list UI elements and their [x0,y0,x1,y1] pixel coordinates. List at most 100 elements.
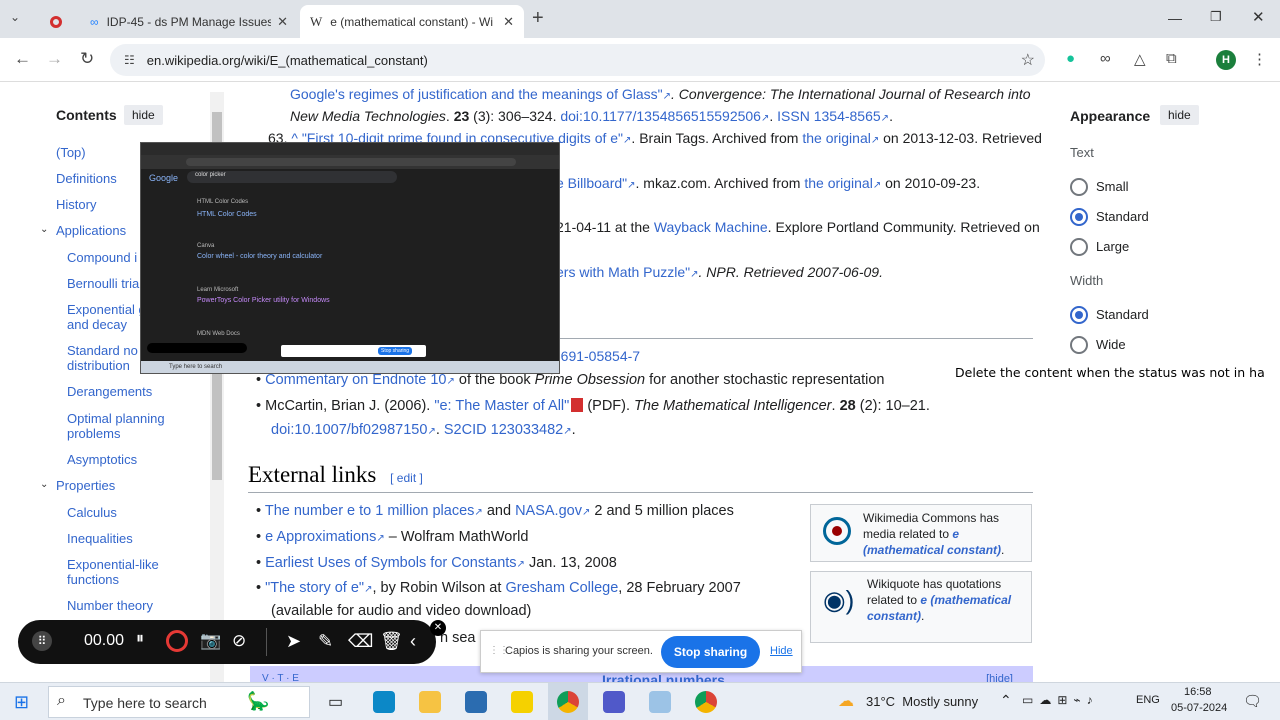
grammarly-icon[interactable]: ● [1066,50,1075,67]
toc-item-derangements[interactable]: Derangements [67,384,152,399]
toc-item-number-theory[interactable]: Number theory [67,598,153,613]
text-standard-radio[interactable] [1070,208,1088,226]
width-standard-radio[interactable] [1070,306,1088,324]
navbox-hide[interactable]: [hide] [986,673,1013,682]
chrome-2-icon[interactable] [695,691,717,713]
address-bar[interactable]: ☷ en.wikipedia.org/wiki/E_(mathematical_… [110,44,1045,76]
mic-off-icon[interactable]: ⊘ [232,631,246,651]
sticky-notes-icon[interactable] [511,691,533,713]
windows-start-icon[interactable]: ⊞ [14,692,29,713]
ref-link[interactable]: e Billboard" [556,175,627,191]
original-link[interactable]: the original [804,175,873,191]
pointer-icon[interactable]: ➤ [286,631,301,652]
camera-icon[interactable]: 📷 [200,631,221,651]
close-icon[interactable]: ✕ [503,14,514,30]
taskbar-search[interactable]: ⌕ Type here to search 🦕 [48,686,310,718]
toc-item-compound[interactable]: Compound i [67,250,137,265]
toc-item-properties[interactable]: Properties [56,478,115,493]
stop-sharing-button[interactable]: Stop sharing [661,636,760,668]
link-extension-icon[interactable]: ∞ [1100,50,1111,67]
tab-jira[interactable]: ∞ IDP-45 - ds PM Manage Issues ✕ [80,5,298,38]
grid-menu-icon[interactable]: ⠿ [32,631,52,651]
chevron-down-icon[interactable]: ⌄ [40,224,48,235]
text-standard-label[interactable]: Standard [1096,209,1149,224]
navbox-title[interactable]: Irrational numbers [602,672,725,682]
toc-item-calculus[interactable]: Calculus [67,505,117,520]
earliest-uses-link[interactable]: Earliest Uses of Symbols for Constants [265,555,516,571]
toc-item-definitions[interactable]: Definitions [56,171,117,186]
close-recorder-icon[interactable]: ✕ [430,620,446,636]
edge-icon[interactable] [373,691,395,713]
toc-item-bernoulli[interactable]: Bernoulli tria [67,276,139,291]
profile-avatar[interactable]: H [1216,50,1236,70]
back-icon[interactable]: ← [14,49,31,69]
gresham-link[interactable]: Gresham College [505,580,618,596]
weather-text[interactable]: 31°C Mostly sunny [866,694,978,709]
notification-icon[interactable]: 🗨 [1243,692,1262,710]
toc-item-inequalities[interactable]: Inequalities [67,531,133,546]
bookmark-star-icon[interactable]: ☆ [1021,50,1035,70]
file-explorer-icon[interactable] [419,691,441,713]
close-icon[interactable]: ✕ [277,14,288,30]
commentary-link[interactable]: Commentary on Endnote 10 [265,372,446,388]
minimize-icon[interactable]: — [1168,10,1182,26]
nasa-link[interactable]: NASA.gov [515,503,582,519]
collapse-icon[interactable]: ‹ [410,631,416,652]
width-standard-label[interactable]: Standard [1096,307,1149,322]
million-places-link[interactable]: The number e to 1 million places [265,503,475,519]
chrome-icon[interactable] [557,691,579,713]
toc-item-top[interactable]: (Top) [56,145,86,160]
teams-icon[interactable] [603,691,625,713]
forward-icon[interactable]: → [46,49,63,69]
toc-item-exponential-like-2[interactable]: functions [67,572,119,587]
appearance-hide-button[interactable]: hide [1160,105,1199,125]
notes-app-icon[interactable] [649,691,671,713]
reload-icon[interactable]: ↻ [80,49,94,69]
wayback-link[interactable]: Wayback Machine [654,219,768,235]
edit-section-link[interactable]: [ edit ] [390,471,423,485]
tray-icons[interactable]: ▭☁⊞⌁♪ [1022,693,1099,707]
toc-item-optimal-planning-2[interactable]: problems [67,426,120,441]
text-small-label[interactable]: Small [1096,179,1129,194]
text-large-radio[interactable] [1070,238,1088,256]
text-small-radio[interactable] [1070,178,1088,196]
toc-item-asymptotics[interactable]: Asymptotics [67,452,137,467]
doi-link[interactable]: doi:10.1007/bf02987150 [271,422,427,438]
language-indicator[interactable]: ENG [1136,694,1160,706]
clock-time[interactable]: 16:58 [1184,686,1212,698]
toc-item-standard-normal[interactable]: Standard no [67,343,138,358]
toc-item-applications[interactable]: Applications [56,223,126,238]
pause-icon[interactable]: ⏸ [136,630,144,648]
trash-icon[interactable]: 🗑 [380,631,403,652]
hide-share-link[interactable]: Hide [770,645,793,657]
clock-date[interactable]: 05-07-2024 [1171,702,1227,714]
new-tab-button[interactable]: + [532,7,544,30]
original-link[interactable]: the original [802,130,871,146]
stop-record-icon[interactable] [166,630,188,652]
menu-kebab-icon[interactable]: ⋮ [1252,50,1267,68]
toc-item-history[interactable]: History [56,197,96,212]
site-info-icon[interactable]: ☷ [124,53,135,67]
weather-icon[interactable]: ☁ [838,691,854,711]
navbox-vte[interactable]: V · T · E [262,673,299,682]
isbn-link[interactable]: -691-05854-7 [556,348,640,364]
toc-item-exponential-like[interactable]: Exponential-like [67,557,159,572]
tab-wikipedia[interactable]: W e (mathematical constant) - Wi ✕ [300,5,524,38]
toc-item-exponential-growth-2[interactable]: and decay [67,317,127,332]
tab-search-button[interactable]: ⌄ [10,10,28,28]
text-large-label[interactable]: Large [1096,239,1129,254]
approximations-link[interactable]: e Approximations [265,529,376,545]
toc-item-standard-normal-2[interactable]: distribution [67,358,130,373]
toc-item-exponential-growth[interactable]: Exponential g [67,302,146,317]
story-of-e-link[interactable]: "The story of e" [265,580,364,596]
doi-link[interactable]: doi:10.1177/1354856515592506 [560,108,761,124]
chevron-down-icon[interactable]: ⌄ [40,479,48,490]
chevron-up-icon[interactable]: ⌃ [1000,692,1012,709]
s2cid-link[interactable]: S2CID 123033482 [444,422,563,438]
toc-hide-button[interactable]: hide [124,105,163,125]
mccartin-link[interactable]: "e: The Master of All" [434,398,569,414]
restore-icon[interactable]: ❐ [1210,9,1222,25]
pen-icon[interactable]: ✎ [318,631,333,652]
tab-record[interactable] [40,5,78,38]
ref-link[interactable]: ers with Math Puzzle" [556,264,690,280]
